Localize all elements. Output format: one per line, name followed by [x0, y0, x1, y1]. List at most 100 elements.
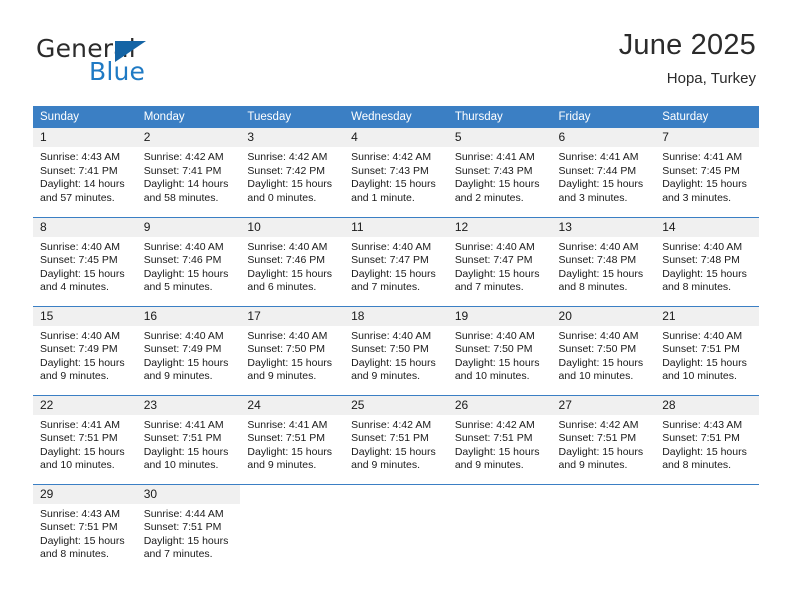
daylight-text-line2: and 9 minutes. — [40, 370, 109, 383]
day-cell-inner: 25 Sunrise: 4:42 AM Sunset: 7:51 PM Dayligh… — [344, 395, 448, 484]
daylight-text-line1: Daylight: 15 hours — [454, 267, 540, 280]
calendar-table: Sunday Monday Tuesday Wednesday Thursday… — [33, 106, 759, 573]
sunset-text: Sunset: 7:46 PM — [143, 254, 222, 267]
calendar-day-cell[interactable]: 11 Sunrise: 4:40 AM Sunset: 7:47 PM Dayligh… — [344, 216, 448, 306]
sunset-text: Sunset: 7:44 PM — [558, 164, 637, 177]
calendar-day-cell[interactable]: 9 Sunrise: 4:40 AM Sunset: 7:46 PM Daylight… — [136, 216, 241, 306]
calendar-day-cell[interactable]: 6 Sunrise: 4:41 AM Sunset: 7:44 PM Daylight… — [551, 128, 656, 217]
day-cell-inner: 9 Sunrise: 4:40 AM Sunset: 7:46 PM Daylight… — [136, 217, 241, 306]
day-details — [448, 504, 552, 508]
day-details: Sunrise: 4:42 AM Sunset: 7:43 PM Daylight:… — [344, 147, 448, 205]
sunrise-text: Sunrise: 4:42 AM — [454, 418, 535, 431]
day-number — [447, 484, 552, 504]
calendar-day-cell[interactable]: 14 Sunrise: 4:40 AM Sunset: 7:48 PM Dayligh… — [655, 216, 759, 306]
day-details: Sunrise: 4:43 AM Sunset: 7:51 PM Daylight:… — [655, 415, 759, 473]
daylight-text-line2: and 10 minutes. — [558, 370, 634, 383]
daylight-text-line1: Daylight: 15 hours — [558, 445, 644, 458]
calendar-day-cell[interactable]: 18 Sunrise: 4:40 AM Sunset: 7:50 PM Dayligh… — [344, 305, 448, 395]
sunset-text: Sunset: 7:43 PM — [454, 164, 533, 177]
day-number: 18 — [344, 306, 448, 326]
title-block: June 2025 Hopa, Turkey — [619, 30, 756, 87]
calendar-day-cell[interactable]: 7 Sunrise: 4:41 AM Sunset: 7:45 PM Daylight… — [655, 128, 759, 217]
calendar-day-cell[interactable]: 27 Sunrise: 4:42 AM Sunset: 7:51 PM Dayligh… — [551, 394, 656, 484]
day-details: Sunrise: 4:40 AM Sunset: 7:51 PM Daylight:… — [655, 326, 759, 384]
calendar-day-cell[interactable]: 13 Sunrise: 4:40 AM Sunset: 7:48 PM Dayligh… — [551, 216, 656, 306]
day-number: 6 — [551, 128, 656, 147]
calendar-day-cell[interactable]: 15 Sunrise: 4:40 AM Sunset: 7:49 PM Dayligh… — [33, 305, 137, 395]
daylight-text-line1: Daylight: 15 hours — [247, 445, 333, 458]
calendar-day-cell[interactable]: 16 Sunrise: 4:40 AM Sunset: 7:49 PM Dayligh… — [136, 305, 241, 395]
daylight-text-line1: Daylight: 15 hours — [662, 356, 747, 369]
day-details: Sunrise: 4:40 AM Sunset: 7:46 PM Daylight:… — [137, 237, 241, 295]
daylight-text-line1: Daylight: 15 hours — [662, 178, 747, 191]
day-cell-inner: 1 Sunrise: 4:43 AM Sunset: 7:41 PM Daylight… — [33, 128, 137, 217]
day-details: Sunrise: 4:42 AM Sunset: 7:51 PM Daylight:… — [448, 415, 552, 473]
sunset-text: Sunset: 7:51 PM — [662, 343, 740, 356]
day-details: Sunrise: 4:42 AM Sunset: 7:51 PM Daylight:… — [344, 415, 448, 473]
calendar-day-cell[interactable]: 30 Sunrise: 4:44 AM Sunset: 7:51 PM Dayligh… — [136, 483, 241, 573]
brand-logo[interactable]: General Blue — [36, 36, 276, 88]
calendar-day-cell[interactable]: 24 Sunrise: 4:41 AM Sunset: 7:51 PM Dayligh… — [240, 394, 345, 484]
sunrise-text: Sunrise: 4:40 AM — [143, 329, 224, 342]
daylight-text-line1: Daylight: 15 hours — [247, 178, 333, 191]
calendar-day-cell-empty — [240, 483, 345, 573]
sunset-text: Sunset: 7:51 PM — [662, 432, 740, 445]
calendar-day-cell[interactable]: 4 Sunrise: 4:42 AM Sunset: 7:43 PM Daylight… — [344, 128, 448, 217]
calendar-day-cell[interactable]: 23 Sunrise: 4:41 AM Sunset: 7:51 PM Dayligh… — [136, 394, 241, 484]
day-details: Sunrise: 4:40 AM Sunset: 7:48 PM Daylight:… — [552, 237, 656, 295]
day-number: 8 — [33, 217, 137, 237]
daylight-text-line2: and 10 minutes. — [143, 459, 219, 472]
day-cell-inner — [344, 484, 448, 574]
calendar-day-cell[interactable]: 17 Sunrise: 4:40 AM Sunset: 7:50 PM Dayligh… — [240, 305, 345, 395]
calendar-day-cell-empty — [551, 483, 656, 573]
day-number: 26 — [447, 395, 552, 415]
calendar-day-cell[interactable]: 19 Sunrise: 4:40 AM Sunset: 7:50 PM Dayligh… — [447, 305, 552, 395]
day-details: Sunrise: 4:40 AM Sunset: 7:48 PM Daylight:… — [655, 237, 759, 295]
calendar-day-cell[interactable]: 22 Sunrise: 4:41 AM Sunset: 7:51 PM Dayligh… — [33, 394, 137, 484]
day-number: 20 — [551, 306, 656, 326]
day-cell-inner: 26 Sunrise: 4:42 AM Sunset: 7:51 PM Dayligh… — [447, 395, 552, 484]
sunset-text: Sunset: 7:51 PM — [143, 432, 222, 445]
sunset-text: Sunset: 7:51 PM — [351, 432, 429, 445]
sunset-text: Sunset: 7:51 PM — [40, 432, 118, 445]
calendar-day-cell[interactable]: 26 Sunrise: 4:42 AM Sunset: 7:51 PM Dayligh… — [447, 394, 552, 484]
calendar-day-cell[interactable]: 8 Sunrise: 4:40 AM Sunset: 7:45 PM Daylight… — [33, 216, 137, 306]
day-cell-inner: 27 Sunrise: 4:42 AM Sunset: 7:51 PM Dayligh… — [551, 395, 656, 484]
calendar-day-cell[interactable]: 10 Sunrise: 4:40 AM Sunset: 7:46 PM Dayligh… — [240, 216, 345, 306]
calendar-day-cell[interactable]: 12 Sunrise: 4:40 AM Sunset: 7:47 PM Dayligh… — [447, 216, 552, 306]
day-details: Sunrise: 4:42 AM Sunset: 7:41 PM Daylight:… — [137, 147, 241, 205]
calendar-day-cell[interactable]: 5 Sunrise: 4:41 AM Sunset: 7:43 PM Daylight… — [447, 128, 552, 217]
calendar-day-cell[interactable]: 3 Sunrise: 4:42 AM Sunset: 7:42 PM Daylight… — [240, 128, 345, 217]
sunrise-text: Sunrise: 4:40 AM — [40, 240, 120, 253]
day-number: 12 — [447, 217, 552, 237]
calendar-day-cell[interactable]: 20 Sunrise: 4:40 AM Sunset: 7:50 PM Dayligh… — [551, 305, 656, 395]
sunrise-text: Sunrise: 4:40 AM — [40, 329, 120, 342]
daylight-text-line2: and 10 minutes. — [662, 370, 737, 383]
sunset-text: Sunset: 7:51 PM — [454, 432, 533, 445]
calendar-day-cell[interactable]: 28 Sunrise: 4:43 AM Sunset: 7:51 PM Dayligh… — [655, 394, 759, 484]
day-number: 15 — [33, 306, 137, 326]
day-details: Sunrise: 4:40 AM Sunset: 7:46 PM Daylight:… — [240, 237, 344, 295]
calendar-day-cell[interactable]: 21 Sunrise: 4:40 AM Sunset: 7:51 PM Dayligh… — [655, 305, 759, 395]
day-details: Sunrise: 4:40 AM Sunset: 7:49 PM Daylight:… — [137, 326, 241, 384]
calendar-day-cell[interactable]: 29 Sunrise: 4:43 AM Sunset: 7:51 PM Dayligh… — [33, 483, 137, 573]
day-cell-inner: 22 Sunrise: 4:41 AM Sunset: 7:51 PM Dayligh… — [33, 395, 137, 484]
day-cell-inner: 23 Sunrise: 4:41 AM Sunset: 7:51 PM Dayligh… — [136, 395, 241, 484]
day-details: Sunrise: 4:43 AM Sunset: 7:51 PM Daylight:… — [33, 504, 137, 562]
calendar-day-cell[interactable]: 2 Sunrise: 4:42 AM Sunset: 7:41 PM Daylight… — [136, 128, 241, 217]
daylight-text-line1: Daylight: 15 hours — [558, 178, 644, 191]
daylight-text-line1: Daylight: 15 hours — [143, 534, 229, 547]
daylight-text-line1: Daylight: 15 hours — [662, 445, 747, 458]
calendar-day-cell-empty — [447, 483, 552, 573]
calendar-day-cell[interactable]: 1 Sunrise: 4:43 AM Sunset: 7:41 PM Daylight… — [33, 128, 137, 217]
day-number — [344, 484, 448, 504]
daylight-text-line2: and 3 minutes. — [662, 191, 732, 204]
sunset-text: Sunset: 7:50 PM — [454, 343, 533, 356]
calendar-day-cell[interactable]: 25 Sunrise: 4:42 AM Sunset: 7:51 PM Dayligh… — [344, 394, 448, 484]
day-details: Sunrise: 4:40 AM Sunset: 7:47 PM Daylight:… — [344, 237, 448, 295]
day-cell-inner: 5 Sunrise: 4:41 AM Sunset: 7:43 PM Daylight… — [447, 128, 552, 217]
sunset-text: Sunset: 7:51 PM — [143, 521, 222, 534]
day-number: 3 — [240, 128, 345, 147]
daylight-text-line1: Daylight: 15 hours — [247, 267, 333, 280]
daylight-text-line2: and 9 minutes. — [247, 459, 317, 472]
